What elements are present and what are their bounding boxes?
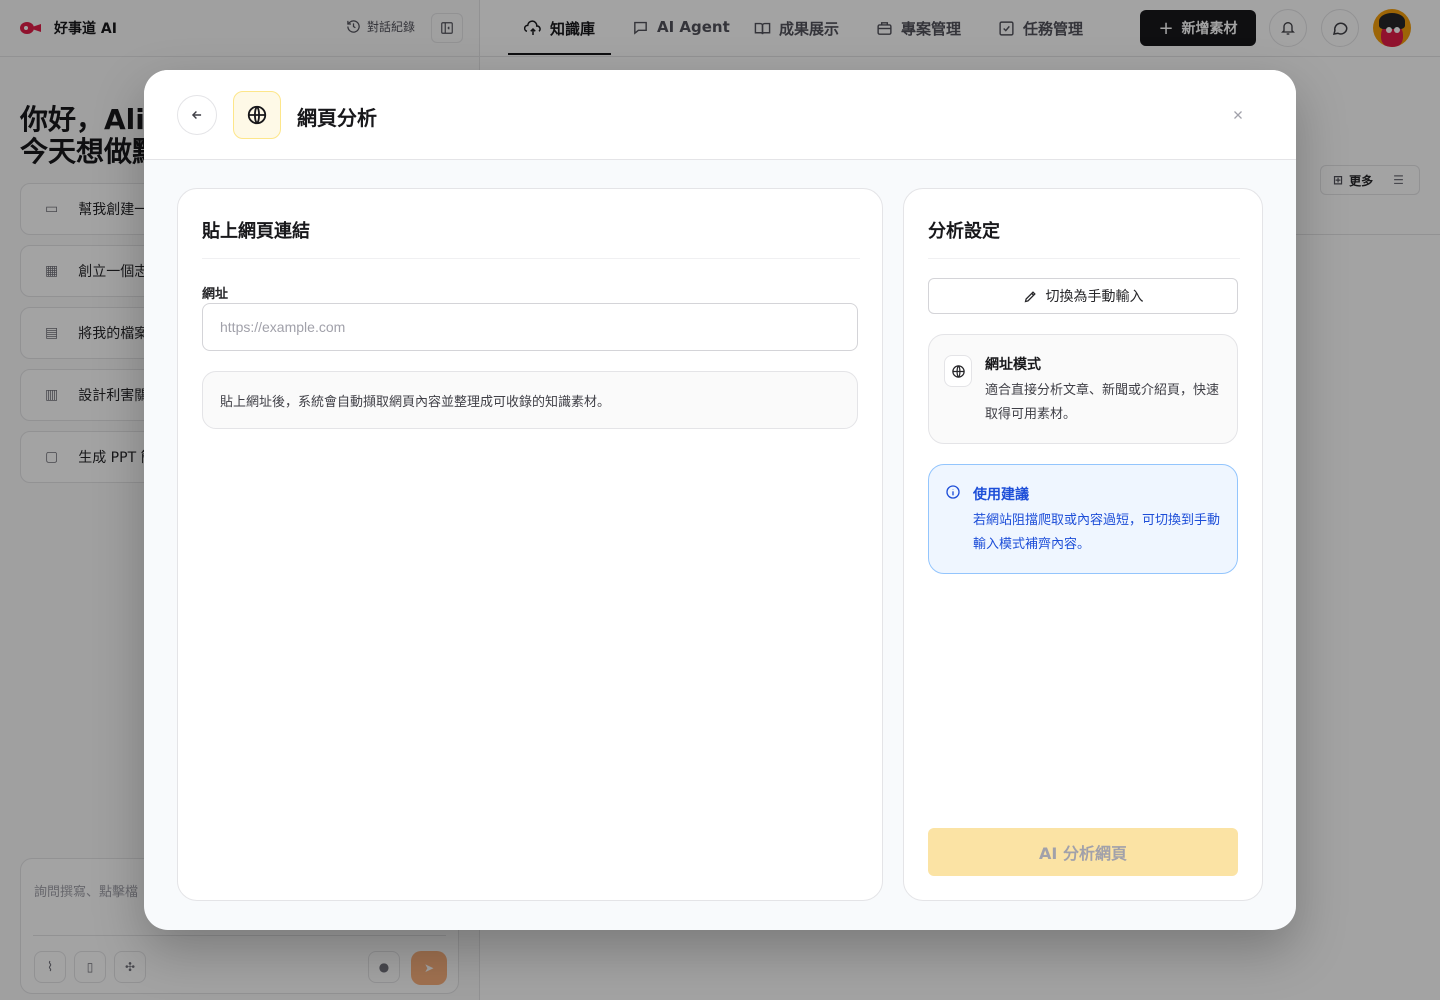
back-button[interactable] bbox=[177, 95, 217, 135]
mode-description: 適合直接分析文章、新聞或介紹頁，快速取得可用素材。 bbox=[985, 383, 1220, 422]
url-card-title: 貼上網頁連結 bbox=[202, 221, 310, 242]
tip-title: 使用建議 bbox=[973, 487, 1029, 503]
arrow-left-icon bbox=[191, 111, 202, 119]
modal-title: 網頁分析 bbox=[297, 106, 377, 130]
url-mode-info: 網址模式 適合直接分析文章、新聞或介紹頁，快速取得可用素材。 bbox=[928, 334, 1238, 444]
tip-description: 若網站阻擋爬取或內容過短，可切換到手動輸入模式補齊內容。 bbox=[973, 513, 1221, 552]
globe-badge bbox=[233, 91, 281, 139]
mode-title: 網址模式 bbox=[985, 357, 1041, 373]
info-icon bbox=[946, 485, 960, 499]
analysis-settings-card: 分析設定 切換為手動輸入 網址模式 適合直接分析文章、新聞或介紹頁，快速取得可用… bbox=[903, 188, 1263, 901]
card-divider bbox=[202, 258, 860, 259]
modal-header: 網頁分析 bbox=[144, 70, 1296, 160]
pencil-icon bbox=[1024, 290, 1036, 302]
mode-globe-badge bbox=[944, 355, 972, 387]
settings-card-title: 分析設定 bbox=[928, 221, 1000, 242]
url-label: 網址 bbox=[202, 287, 229, 302]
close-button[interactable] bbox=[1228, 105, 1248, 125]
url-input[interactable] bbox=[202, 303, 858, 351]
usage-tip: 使用建議 若網站阻擋爬取或內容過短，可切換到手動輸入模式補齊內容。 bbox=[928, 464, 1238, 574]
globe-icon bbox=[247, 105, 267, 125]
web-analysis-modal: 網頁分析 貼上網頁連結 網址 貼上網址後，系統會自動擷取網頁內容並整理成可收錄的… bbox=[144, 70, 1296, 930]
switch-manual-button[interactable]: 切換為手動輸入 bbox=[928, 278, 1238, 314]
url-input-card: 貼上網頁連結 網址 貼上網址後，系統會自動擷取網頁內容並整理成可收錄的知識素材。 bbox=[177, 188, 883, 901]
globe-icon bbox=[951, 364, 965, 378]
ai-analyze-button[interactable]: AI 分析網頁 bbox=[928, 828, 1238, 876]
card-divider bbox=[928, 258, 1240, 259]
url-hint: 貼上網址後，系統會自動擷取網頁內容並整理成可收錄的知識素材。 bbox=[202, 371, 858, 429]
close-icon bbox=[1234, 111, 1242, 119]
